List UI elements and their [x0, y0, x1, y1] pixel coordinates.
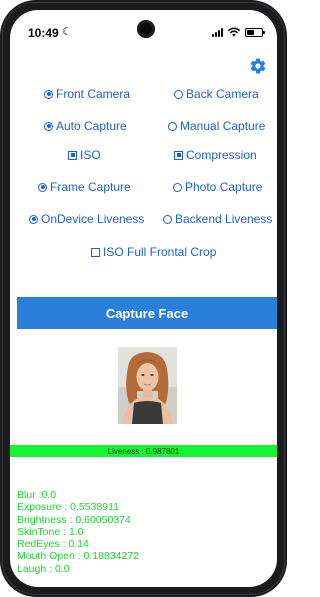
compression-checkbox[interactable]: [174, 150, 183, 160]
manual-capture-option[interactable]: Manual Capture: [168, 119, 265, 133]
capture-type-row: Frame Capture Photo Capture: [10, 180, 277, 198]
cellular-signal-icon: [212, 27, 223, 37]
metric-blur: Blur :0.0: [17, 489, 57, 501]
iso-full-frontal-crop-option[interactable]: ISO Full Frontal Crop: [91, 245, 216, 259]
iso-label: ISO: [80, 148, 101, 162]
backend-liveness-option[interactable]: Backend Liveness: [163, 212, 272, 226]
status-time: 10:49: [28, 26, 59, 40]
front-camera-label: Front Camera: [56, 87, 131, 101]
auto-capture-label: Auto Capture: [56, 119, 127, 133]
iso-checkbox[interactable]: [68, 150, 77, 160]
metric-laugh: Laugh : 0.0: [17, 562, 70, 575]
face-photo-icon: [118, 347, 177, 424]
status-indicators: [212, 27, 265, 37]
frame-capture-radio[interactable]: [38, 182, 47, 192]
status-bar: 10:49 ☾: [10, 24, 277, 44]
iso-compression-row: ISO Compression: [10, 148, 277, 166]
wifi-icon: [227, 27, 241, 37]
auto-capture-radio[interactable]: [44, 121, 53, 131]
liveness-mode-row: OnDevice Liveness Backend Liveness: [10, 212, 277, 230]
photo-capture-label: Photo Capture: [185, 180, 263, 194]
iso-full-frontal-crop-label: ISO Full Frontal Crop: [103, 245, 217, 259]
iso-option[interactable]: ISO: [68, 148, 101, 162]
back-camera-option[interactable]: Back Camera: [174, 87, 259, 101]
capture-mode-row: Auto Capture Manual Capture: [10, 119, 277, 137]
settings-gear-icon[interactable]: [249, 57, 267, 75]
battery-icon: [245, 27, 265, 37]
metric-exposure: Exposure : 0.5538911: [17, 501, 119, 514]
backend-liveness-radio[interactable]: [163, 214, 172, 224]
front-camera-option[interactable]: Front Camera: [44, 87, 130, 101]
manual-capture-radio[interactable]: [168, 121, 177, 131]
quality-metrics-list: Blur :0.0 Exposure : 0.5538911 Brightnes…: [17, 489, 139, 575]
captured-face-image: [118, 347, 177, 424]
camera-select-row: Front Camera Back Camera: [10, 87, 277, 105]
photo-capture-radio[interactable]: [173, 182, 182, 192]
ondevice-liveness-radio[interactable]: [29, 214, 38, 224]
ondevice-liveness-label: OnDevice Liveness: [41, 212, 145, 226]
back-camera-radio[interactable]: [174, 89, 183, 99]
photo-capture-option[interactable]: Photo Capture: [173, 180, 262, 194]
crop-option-row: ISO Full Frontal Crop: [10, 245, 277, 263]
frame-capture-label: Frame Capture: [50, 180, 131, 194]
metric-redeyes: RedEyes : 0.14: [17, 538, 89, 551]
back-camera-label: Back Camera: [186, 87, 259, 101]
capture-face-button[interactable]: Capture Face: [17, 297, 277, 329]
metric-skintone: SkinTone : 1.0: [17, 525, 84, 538]
app-screen: 10:49 ☾ Front Camera Back Camera Auto Ca…: [10, 10, 277, 587]
ondevice-liveness-option[interactable]: OnDevice Liveness: [29, 212, 144, 226]
auto-capture-option[interactable]: Auto Capture: [44, 119, 127, 133]
do-not-disturb-icon: ☾: [62, 26, 72, 38]
metric-brightness: Brightness : 0.60050374: [17, 513, 131, 526]
iso-full-frontal-crop-checkbox[interactable]: [91, 247, 100, 257]
manual-capture-label: Manual Capture: [180, 119, 266, 133]
metric-mouth-open: Mouth Open : 0.18834272: [17, 550, 140, 563]
phone-frame: 10:49 ☾ Front Camera Back Camera Auto Ca…: [0, 0, 287, 597]
compression-label: Compression: [186, 148, 257, 162]
frame-capture-option[interactable]: Frame Capture: [38, 180, 131, 194]
backend-liveness-label: Backend Liveness: [175, 212, 273, 226]
compression-option[interactable]: Compression: [174, 148, 257, 162]
front-camera-radio[interactable]: [44, 89, 53, 99]
liveness-score-bar: Liveness : 0.987801: [10, 445, 277, 457]
